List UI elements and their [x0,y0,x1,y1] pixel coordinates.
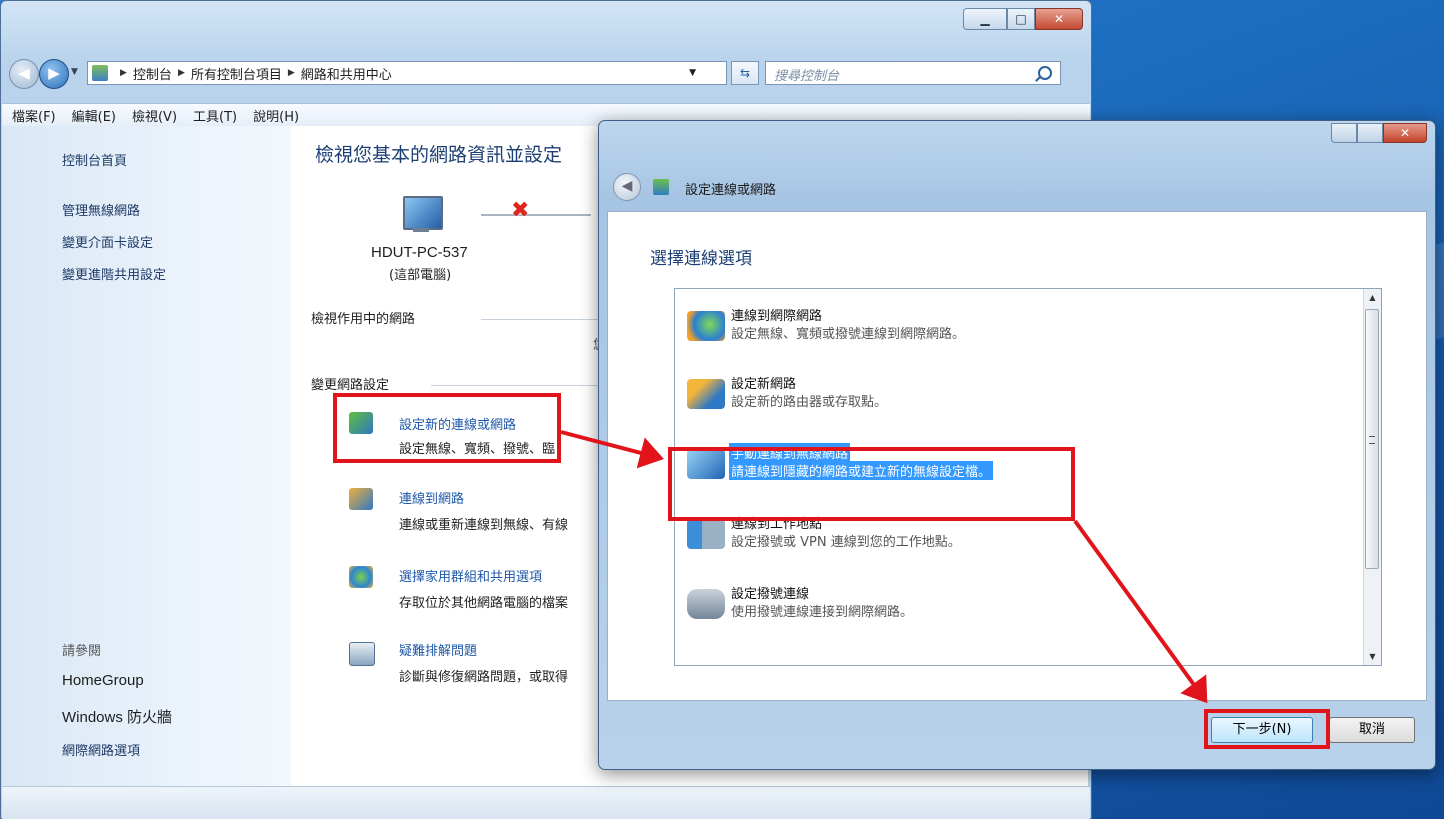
arrow-to-next-button [1073,519,1208,704]
annotation-arrows [560,430,1208,704]
arrow-to-manual-wireless [560,430,664,469]
